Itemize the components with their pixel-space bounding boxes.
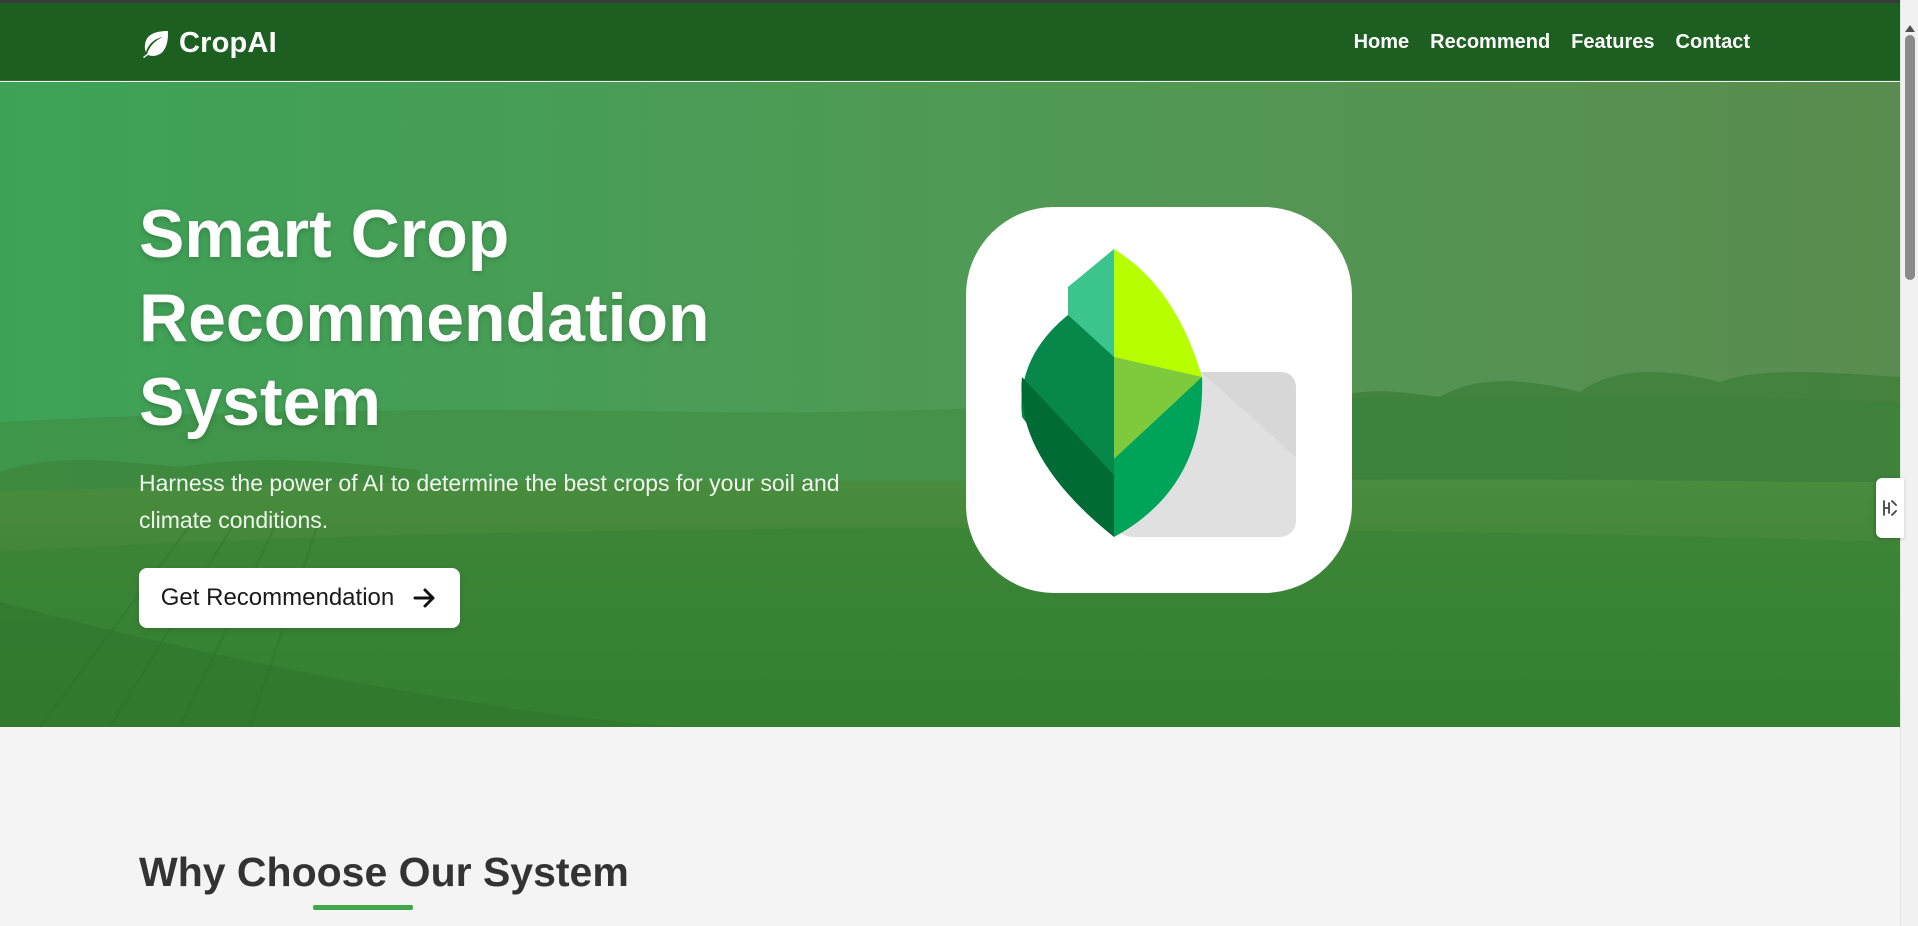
- nav-link-recommend[interactable]: Recommend: [1430, 31, 1550, 54]
- extension-side-tab[interactable]: [1876, 478, 1904, 538]
- hero-section: Smart Crop Recommendation System Harness…: [0, 82, 1900, 727]
- leaf-icon: [143, 31, 168, 58]
- hero-title-line-1: Smart Crop: [139, 196, 510, 272]
- section-title-underline: [313, 905, 413, 910]
- hero-title: Smart Crop Recommendation System: [139, 192, 899, 444]
- leaf-app-logo-icon: [966, 207, 1352, 593]
- scroll-up-arrow[interactable]: [1905, 25, 1915, 32]
- arrow-right-icon: [413, 588, 435, 608]
- section-title: Why Choose Our System: [139, 849, 629, 895]
- get-recommendation-label: Get Recommendation: [160, 584, 395, 611]
- brand-link[interactable]: CropAI: [139, 26, 277, 60]
- nav-link-contact[interactable]: Contact: [1676, 31, 1750, 54]
- hero-title-line-2: Recommendation: [139, 280, 710, 356]
- features-section: Why Choose Our System: [0, 727, 1900, 926]
- navbar: CropAI Home Recommend Features Contact: [0, 3, 1900, 81]
- brand-name: CropAI: [179, 26, 277, 59]
- page-scrollbar[interactable]: [1900, 0, 1918, 926]
- nav-link-home[interactable]: Home: [1354, 31, 1410, 54]
- get-recommendation-button[interactable]: Get Recommendation: [139, 568, 460, 628]
- nav-links: Home Recommend Features Contact: [1354, 31, 1750, 54]
- extension-tab-icon: [1883, 500, 1897, 516]
- scroll-thumb[interactable]: [1905, 35, 1915, 280]
- hero-title-line-3: System: [139, 364, 381, 440]
- nav-link-features[interactable]: Features: [1571, 31, 1654, 54]
- hero-subtitle: Harness the power of AI to determine the…: [139, 470, 840, 533]
